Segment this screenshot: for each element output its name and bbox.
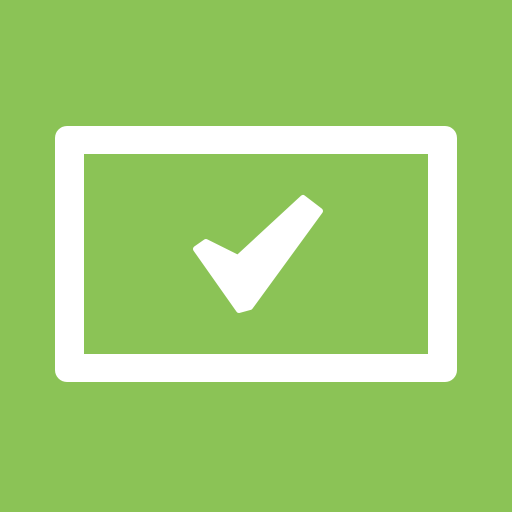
app-icon [0,0,512,512]
checked-card-icon [0,0,512,512]
